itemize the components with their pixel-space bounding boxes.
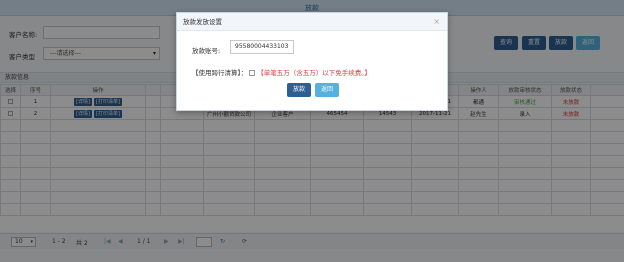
account-input[interactable]: 95580004433103: [230, 40, 294, 54]
fee-note: 【单笔五万（含五万）以下免手续费。】: [257, 69, 371, 77]
dialog-title: 放款发放设置: [183, 18, 222, 26]
dialog-back-button[interactable]: 返回: [315, 83, 339, 97]
dialog-header: 放款发放设置 ×: [177, 13, 447, 31]
confirm-loan-button[interactable]: 放款: [287, 83, 311, 97]
close-icon[interactable]: ×: [433, 13, 440, 31]
account-label: 放款账号:: [192, 47, 221, 55]
loan-settings-dialog: 放款发放设置 × 放款账号: 95580004433103 【使用跨行清算】：【…: [176, 12, 448, 111]
cross-bank-row: 【使用跨行清算】： 【单笔五万（含五万）以下免手续费。】: [192, 67, 371, 77]
cross-bank-checkbox[interactable]: [249, 70, 256, 76]
cross-bank-label: 【使用跨行清算】：: [192, 69, 248, 77]
